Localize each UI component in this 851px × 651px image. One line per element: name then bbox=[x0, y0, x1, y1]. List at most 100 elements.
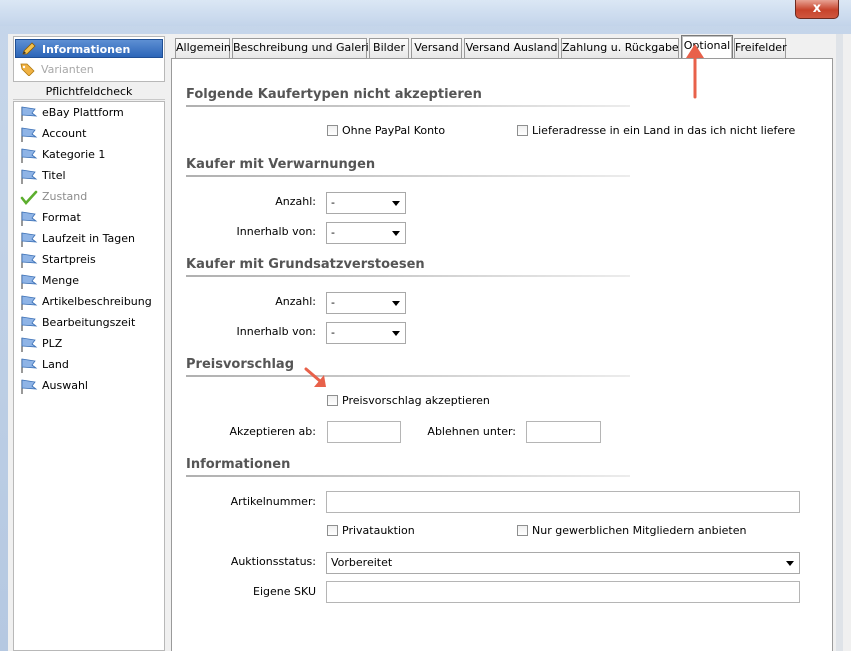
reject-below-input[interactable] bbox=[526, 421, 601, 443]
required-field-list: eBay Plattform Account Kategorie 1 Titel… bbox=[13, 101, 165, 651]
private-auction-checkbox[interactable] bbox=[327, 525, 338, 536]
flag-icon bbox=[21, 148, 38, 163]
check-item-label: Auswahl bbox=[42, 379, 88, 392]
tab-versand[interactable]: Versand bbox=[411, 38, 462, 58]
flag-icon bbox=[21, 232, 38, 247]
best-offer-label: Preisvorschlag akzeptieren bbox=[342, 394, 490, 407]
application-window: x Informationen Varianten Pflichtfeldche… bbox=[0, 0, 851, 651]
check-item-zustand[interactable]: Zustand bbox=[18, 187, 87, 207]
auction-status-label: Auktionsstatus: bbox=[230, 555, 316, 568]
section-divider bbox=[186, 375, 630, 377]
tab-bar: Allgemein Beschreibung und Galerie Bilde… bbox=[171, 35, 841, 59]
nav-item-varianten[interactable]: Varianten bbox=[15, 60, 163, 79]
no-paypal-checkbox[interactable] bbox=[327, 125, 338, 136]
business-only-label: Nur gewerblichen Mitgliedern anbieten bbox=[532, 524, 747, 537]
tags-icon bbox=[20, 63, 35, 76]
flag-icon bbox=[21, 211, 38, 226]
warnings-count-label: Anzahl: bbox=[275, 195, 316, 208]
tab-panel-optional: Folgende Kaufertypen nicht akzeptieren O… bbox=[171, 58, 833, 651]
check-item-label: Kategorie 1 bbox=[42, 148, 106, 161]
tab-freifelder[interactable]: Freifelder bbox=[734, 38, 787, 58]
check-item-account[interactable]: Account bbox=[18, 124, 86, 144]
check-item-format[interactable]: Format bbox=[18, 208, 81, 228]
tab-bilder[interactable]: Bilder bbox=[369, 38, 409, 58]
accept-from-input[interactable] bbox=[327, 421, 401, 443]
tab-allgemein[interactable]: Allgemein bbox=[175, 38, 231, 58]
auction-status-select[interactable]: Vorbereitet bbox=[326, 552, 800, 574]
check-item-startpreis[interactable]: Startpreis bbox=[18, 250, 96, 270]
no-ship-country-checkbox[interactable] bbox=[517, 125, 528, 136]
own-sku-input[interactable] bbox=[326, 581, 800, 603]
window-right-edge bbox=[836, 34, 843, 651]
check-item-menge[interactable]: Menge bbox=[18, 271, 79, 291]
warnings-count-select[interactable]: - bbox=[326, 192, 406, 214]
flag-icon bbox=[21, 106, 38, 121]
no-paypal-label: Ohne PayPal Konto bbox=[342, 124, 446, 137]
flag-icon bbox=[21, 295, 38, 310]
section-title-best-offer: Preisvorschlag bbox=[186, 357, 294, 372]
close-window-button[interactable]: x bbox=[795, 0, 839, 19]
section-divider bbox=[186, 475, 630, 477]
required-field-check-header: Pflichtfeldcheck bbox=[13, 84, 165, 100]
check-item-label: Account bbox=[42, 127, 87, 140]
select-value: Vorbereitet bbox=[331, 556, 393, 569]
check-item-artikelbeschreibung[interactable]: Artikelbeschreibung bbox=[18, 292, 152, 312]
check-item-label: eBay Plattform bbox=[42, 106, 124, 119]
best-offer-checkbox[interactable] bbox=[327, 395, 338, 406]
reject-below-label: Ablehnen unter: bbox=[427, 425, 516, 438]
chevron-down-icon bbox=[392, 231, 400, 236]
section-divider bbox=[186, 105, 630, 107]
title-bar bbox=[0, 0, 851, 26]
violations-count-select[interactable]: - bbox=[326, 292, 406, 314]
check-item-plz[interactable]: PLZ bbox=[18, 334, 62, 354]
section-title-violations: Kaufer mit Grundsatzverstoesen bbox=[186, 257, 425, 272]
violations-within-select[interactable]: - bbox=[326, 322, 406, 344]
sidebar: Informationen Varianten Pflichtfeldcheck… bbox=[13, 36, 168, 651]
check-item-label: PLZ bbox=[42, 337, 63, 350]
nav-item-label: Informationen bbox=[42, 43, 131, 56]
checkmark-icon bbox=[20, 190, 38, 205]
chevron-down-icon bbox=[786, 561, 794, 566]
tab-versand-ausland[interactable]: Versand Ausland bbox=[464, 38, 559, 58]
flag-icon bbox=[21, 316, 38, 331]
flag-icon bbox=[21, 169, 38, 184]
check-item-laufzeit[interactable]: Laufzeit in Tagen bbox=[18, 229, 135, 249]
accept-from-label: Akzeptieren ab: bbox=[229, 425, 316, 438]
check-item-label: Startpreis bbox=[42, 253, 96, 266]
check-item-label: Zustand bbox=[42, 190, 88, 203]
check-item-land[interactable]: Land bbox=[18, 355, 69, 375]
nav-item-informationen[interactable]: Informationen bbox=[15, 39, 163, 58]
tab-beschreibung-galerie[interactable]: Beschreibung und Galerie bbox=[232, 38, 375, 58]
check-item-bearbeitungszeit[interactable]: Bearbeitungszeit bbox=[18, 313, 135, 333]
chevron-down-icon bbox=[392, 301, 400, 306]
check-item-label: Bearbeitungszeit bbox=[42, 316, 136, 329]
pencil-icon bbox=[22, 42, 36, 55]
flag-icon bbox=[21, 379, 38, 394]
article-number-input[interactable] bbox=[326, 491, 800, 513]
chevron-down-icon bbox=[392, 201, 400, 206]
warnings-within-label: Innerhalb von: bbox=[236, 225, 316, 238]
nav-item-label: Varianten bbox=[41, 63, 94, 76]
violations-count-label: Anzahl: bbox=[275, 295, 316, 308]
check-item-label: Titel bbox=[42, 169, 66, 182]
annotation-arrow-icon bbox=[304, 367, 326, 387]
no-ship-country-label: Lieferadresse in ein Land in das ich nic… bbox=[532, 124, 796, 137]
check-item-ebay-plattform[interactable]: eBay Plattform bbox=[18, 103, 124, 123]
warnings-within-select[interactable]: - bbox=[326, 222, 406, 244]
check-item-titel[interactable]: Titel bbox=[18, 166, 66, 186]
section-divider bbox=[186, 175, 630, 177]
main-area: Allgemein Beschreibung und Galerie Bilde… bbox=[171, 35, 841, 651]
check-item-kategorie[interactable]: Kategorie 1 bbox=[18, 145, 105, 165]
select-value: - bbox=[331, 296, 335, 309]
check-item-auswahl[interactable]: Auswahl bbox=[18, 376, 88, 396]
flag-icon bbox=[21, 358, 38, 373]
chevron-down-icon bbox=[392, 331, 400, 336]
article-number-label: Artikelnummer: bbox=[230, 495, 316, 508]
business-only-checkbox[interactable] bbox=[517, 525, 528, 536]
check-item-label: Land bbox=[42, 358, 69, 371]
check-item-label: Format bbox=[42, 211, 81, 224]
tab-zahlung-rueckgabe[interactable]: Zahlung u. Rückgabe bbox=[561, 38, 679, 58]
flag-icon bbox=[21, 127, 38, 142]
flag-icon bbox=[21, 253, 38, 268]
section-title-buyer-types: Folgende Kaufertypen nicht akzeptieren bbox=[186, 87, 482, 102]
